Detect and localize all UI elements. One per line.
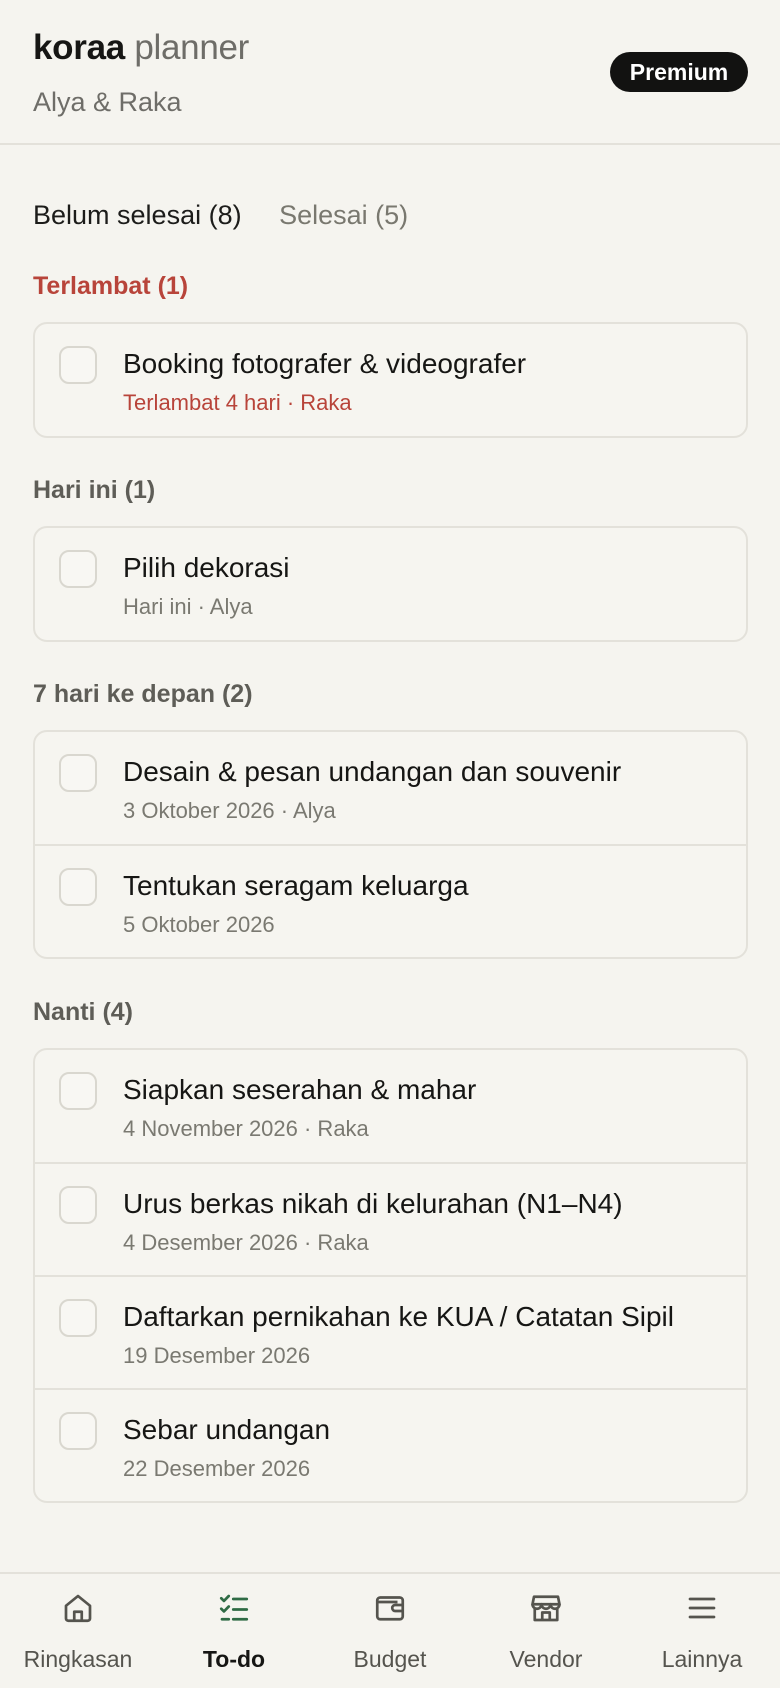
store-icon [531, 1595, 561, 1622]
task-meta: 19 Desember 2026 [123, 1343, 311, 1368]
nav-item-ringkasan[interactable]: Ringkasan [0, 1574, 156, 1688]
task-checkbox[interactable] [59, 1186, 97, 1224]
task-title: Urus berkas nikah di kelurahan (N1–N4) [123, 1188, 623, 1219]
task-title: Siapkan seserahan & mahar [123, 1074, 477, 1105]
task-checkbox[interactable] [59, 754, 97, 792]
task-meta: Terlambat 4 hari · Raka [123, 390, 352, 415]
task-card-late: Booking fotografer & videografer Terlamb… [33, 322, 748, 438]
task-title: Pilih dekorasi [123, 552, 290, 583]
task-card-today: Pilih dekorasi Hari ini · Alya [33, 526, 748, 642]
checklist-icon [219, 1594, 249, 1621]
brand-name-bold: koraa [33, 28, 125, 67]
task-row[interactable]: Daftarkan pernikahan ke KUA / Catatan Si… [35, 1275, 746, 1388]
premium-badge[interactable]: Premium [610, 52, 748, 92]
task-title: Daftarkan pernikahan ke KUA / Catatan Si… [123, 1301, 674, 1332]
nav-item-vendor[interactable]: Vendor [468, 1574, 624, 1688]
task-row[interactable]: Sebar undangan 22 Desember 2026 [35, 1388, 746, 1501]
nav-label: Vendor [509, 1646, 583, 1672]
task-checkbox[interactable] [59, 1072, 97, 1110]
nav-label: To-do [202, 1646, 266, 1672]
nav-label: Ringkasan [23, 1646, 133, 1672]
task-row[interactable]: Pilih dekorasi Hari ini · Alya [35, 528, 746, 640]
nav-item-lainnya[interactable]: Lainnya [624, 1574, 780, 1688]
task-checkbox[interactable] [59, 1299, 97, 1337]
task-meta: 22 Desember 2026 [123, 1456, 311, 1481]
task-title: Desain & pesan undangan dan souvenir [123, 756, 622, 787]
task-title: Booking fotografer & videografer [123, 348, 527, 379]
section-title-late: Terlambat (1) [33, 272, 189, 300]
nav-label: Lainnya [661, 1646, 743, 1672]
tab-selesai[interactable]: Selesai (5) [279, 200, 408, 231]
brand-logo: koraa planner [33, 28, 249, 68]
nav-item-budget[interactable]: Budget [312, 1574, 468, 1688]
task-row[interactable]: Tentukan seragam keluarga 5 Oktober 2026 [35, 844, 746, 957]
task-card-later: Siapkan seserahan & mahar 4 November 202… [33, 1048, 748, 1503]
section-title-week: 7 hari ke depan (2) [33, 680, 253, 708]
task-row[interactable]: Siapkan seserahan & mahar 4 November 202… [35, 1050, 746, 1162]
task-row[interactable]: Desain & pesan undangan dan souvenir 3 O… [35, 732, 746, 844]
task-checkbox[interactable] [59, 1412, 97, 1450]
section-title-today: Hari ini (1) [33, 476, 156, 504]
task-meta: Hari ini · Alya [123, 594, 253, 619]
task-card-week: Desain & pesan undangan dan souvenir 3 O… [33, 730, 748, 959]
task-meta: 4 November 2026 · Raka [123, 1116, 369, 1141]
task-title: Sebar undangan [123, 1414, 331, 1445]
task-meta: 3 Oktober 2026 · Alya [123, 798, 336, 823]
couple-names: Alya & Raka [33, 87, 182, 117]
task-meta: 4 Desember 2026 · Raka [123, 1230, 369, 1255]
task-checkbox[interactable] [59, 346, 97, 384]
task-checkbox[interactable] [59, 550, 97, 588]
bottom-nav: Ringkasan To-do Budget Vendor Lainnya [0, 1572, 780, 1688]
section-title-later: Nanti (4) [33, 998, 133, 1026]
menu-icon [688, 1597, 716, 1619]
task-checkbox[interactable] [59, 868, 97, 906]
home-icon [64, 1594, 92, 1623]
task-row[interactable]: Booking fotografer & videografer Terlamb… [35, 324, 746, 436]
brand-name-light: planner [134, 28, 250, 67]
app-header: koraa planner Alya & Raka Premium [0, 0, 780, 145]
nav-label: Budget [353, 1646, 427, 1672]
nav-item-todo[interactable]: To-do [156, 1574, 312, 1688]
tab-belum-selesai[interactable]: Belum selesai (8) [33, 200, 242, 231]
wallet-icon [375, 1596, 405, 1621]
task-title: Tentukan seragam keluarga [123, 870, 469, 901]
status-tabs: Belum selesai (8) Selesai (5) [33, 200, 438, 231]
task-row[interactable]: Urus berkas nikah di kelurahan (N1–N4) 4… [35, 1162, 746, 1275]
task-meta: 5 Oktober 2026 [123, 912, 275, 937]
